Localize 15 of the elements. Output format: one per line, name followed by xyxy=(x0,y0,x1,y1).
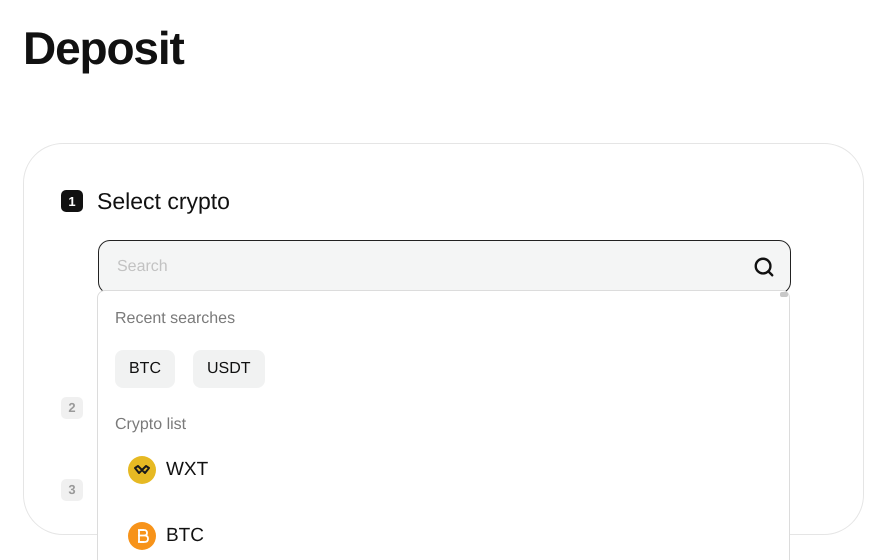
coin-icon xyxy=(128,522,156,550)
step-title: Select crypto xyxy=(97,187,230,216)
search-icon[interactable] xyxy=(753,256,775,278)
step-number: 3 xyxy=(61,478,83,500)
coin-list-item[interactable]: BTC xyxy=(115,522,772,550)
step-number: 2 xyxy=(61,396,83,418)
section-heading: Crypto list xyxy=(115,415,188,435)
coin-icon xyxy=(128,456,156,484)
section-heading: Recent searches xyxy=(115,309,236,329)
page-title: Deposit xyxy=(23,21,184,76)
step-number: 1 xyxy=(61,190,83,212)
recent-search-chip[interactable]: USDT xyxy=(193,350,265,388)
recent-search-chip[interactable]: BTC xyxy=(115,350,175,388)
coin-list-item[interactable]: WXT xyxy=(115,456,772,484)
scrollbar-thumb[interactable] xyxy=(780,292,788,297)
